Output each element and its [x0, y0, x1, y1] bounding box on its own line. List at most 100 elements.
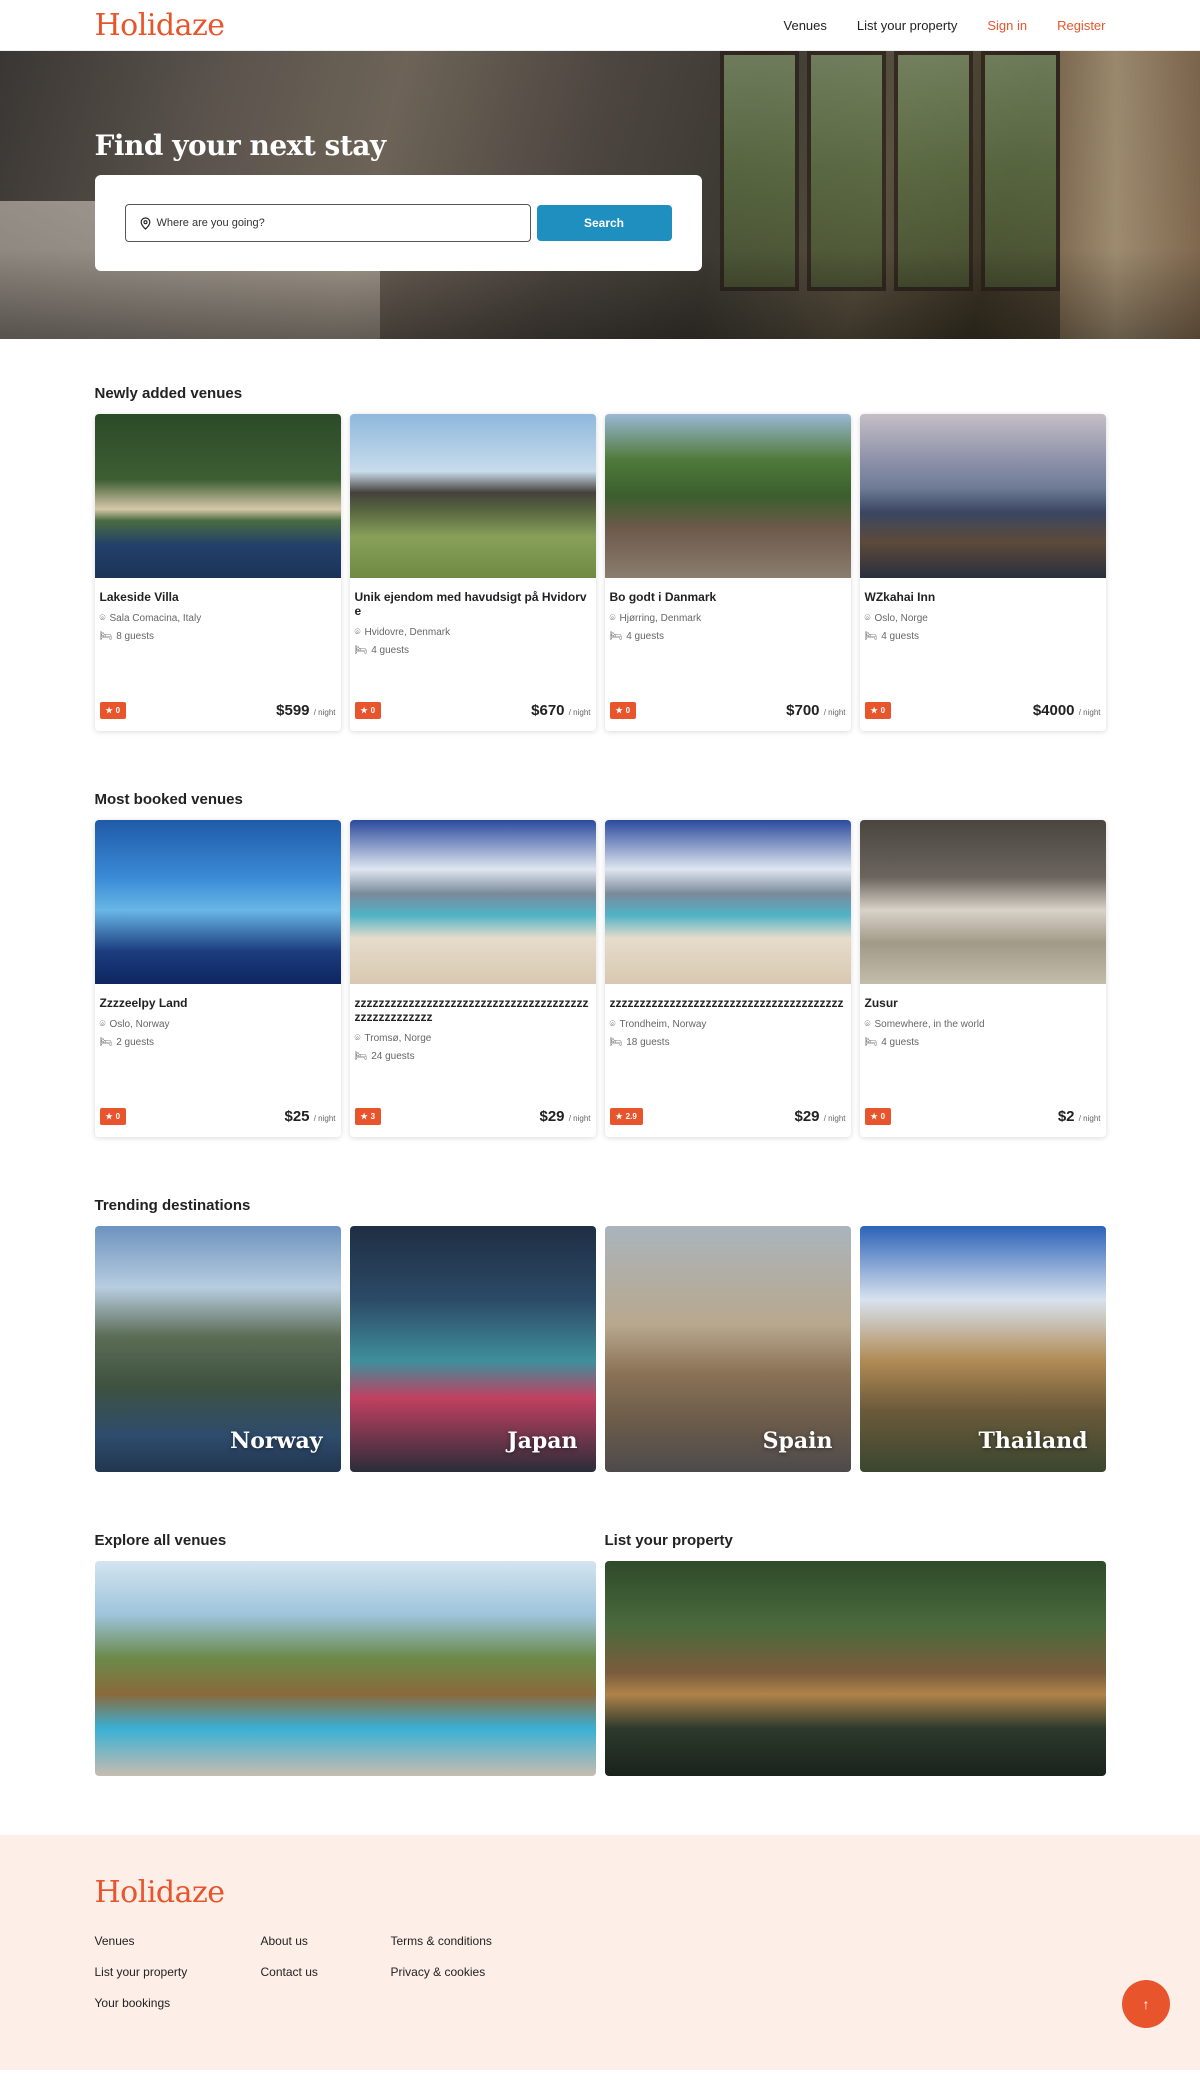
location-pin-icon: ⌾	[99, 1019, 106, 1030]
bed-icon: 🛏	[609, 631, 623, 642]
footer-column: About us Contact us	[261, 1934, 391, 2010]
nav-venues[interactable]: Venues	[784, 18, 827, 33]
venue-guests: 24 guests	[371, 1051, 415, 1062]
location-pin-icon: ⌾	[354, 627, 361, 638]
footer-link-privacy[interactable]: Privacy & cookies	[391, 1965, 492, 1979]
bed-icon: 🛏	[609, 1037, 623, 1048]
venue-image	[94, 414, 341, 578]
venue-location: Hjørring, Denmark	[619, 613, 702, 624]
venue-guests: 4 guests	[881, 1037, 920, 1048]
main-nav: Venues List your property Sign in Regist…	[784, 18, 1106, 33]
destination-card[interactable]: Spain	[604, 1226, 851, 1472]
search-box: Where are you going? Search	[94, 175, 702, 271]
venue-card[interactable]: Zusur ⌾ Somewhere, in the world 🛏 4 guests…	[859, 820, 1106, 1137]
venue-image	[349, 820, 596, 984]
venue-image	[859, 414, 1106, 578]
nav-list-property[interactable]: List your property	[857, 18, 957, 33]
venue-image	[859, 820, 1106, 984]
venue-title: Zusur	[864, 996, 898, 1010]
location-pin-icon: ⌾	[609, 613, 616, 624]
venue-card[interactable]: WZkahai Inn ⌾ Oslo, Norge 🛏 4 guests ★ 0 $4…	[859, 414, 1106, 731]
search-button[interactable]: Search	[536, 205, 672, 241]
star-icon: ★	[360, 706, 368, 715]
location-pin-icon: ⌾	[354, 1033, 361, 1044]
search-input[interactable]: Where are you going?	[124, 204, 531, 242]
venue-image	[604, 414, 851, 578]
venue-guests: 4 guests	[371, 645, 410, 656]
arrow-up-icon: ↑	[1142, 1996, 1150, 2012]
rating-badge: ★ 0	[864, 1108, 892, 1125]
list-property-image[interactable]	[604, 1561, 1106, 1776]
rating-badge: ★ 0	[99, 702, 127, 719]
venue-title: Unik ejendom med havudsigt på Hvidorve	[354, 590, 587, 618]
venue-location: Hvidovre, Denmark	[364, 627, 451, 638]
venue-card[interactable]: Lakeside Villa ⌾ Sala Comacina, Italy 🛏 8 …	[94, 414, 341, 731]
venue-image	[349, 414, 596, 578]
venue-card[interactable]: Bo godt i Danmark ⌾ Hjørring, Denmark 🛏 4 …	[604, 414, 851, 731]
rating-badge: ★ 0	[864, 702, 892, 719]
venue-guests: 8 guests	[116, 631, 155, 642]
site-footer: Holidaze Venues List your property Your …	[0, 1835, 1200, 2070]
venue-price: $2 / night	[1057, 1108, 1101, 1125]
destination-name: Norway	[230, 1428, 323, 1454]
bed-icon: 🛏	[99, 631, 113, 642]
location-pin-icon: ⌾	[864, 613, 871, 624]
scroll-to-top-button[interactable]: ↑	[1122, 1980, 1170, 2028]
footer-link-contact[interactable]: Contact us	[261, 1965, 391, 1979]
rating-badge: ★ 2.9	[609, 1108, 643, 1125]
venue-guests: 18 guests	[626, 1037, 670, 1048]
venue-location: Oslo, Norway	[109, 1019, 170, 1030]
explore-heading: Explore all venues	[94, 1532, 227, 1549]
rating-badge: ★ 0	[354, 702, 382, 719]
bed-icon: 🛏	[864, 1037, 878, 1048]
venue-location: Trondheim, Norway	[619, 1019, 707, 1030]
nav-sign-in[interactable]: Sign in	[987, 18, 1027, 33]
star-icon: ★	[615, 706, 623, 715]
site-header: Holidaze Venues List your property Sign …	[0, 0, 1200, 51]
footer-link-list-property[interactable]: List your property	[95, 1965, 261, 1979]
explore-image[interactable]	[94, 1561, 596, 1776]
rating-badge: ★ 0	[99, 1108, 127, 1125]
destination-name: Thailand	[978, 1428, 1088, 1454]
most-booked-section: Most booked venues Zzzzeelpy Land ⌾ Oslo,…	[94, 791, 1106, 1137]
explore-block: Explore all venues	[94, 1532, 596, 1776]
venue-guests: 4 guests	[626, 631, 665, 642]
footer-column: Terms & conditions Privacy & cookies	[391, 1934, 492, 2010]
venue-card[interactable]: Zzzzeelpy Land ⌾ Oslo, Norway 🛏 2 guests ★…	[94, 820, 341, 1137]
venue-price: $25 / night	[284, 1108, 336, 1125]
destination-card[interactable]: Japan	[349, 1226, 596, 1472]
logo[interactable]: Holidaze	[95, 8, 226, 43]
footer-link-terms[interactable]: Terms & conditions	[391, 1934, 492, 1948]
footer-logo[interactable]: Holidaze	[95, 1875, 1106, 1910]
destination-card[interactable]: Norway	[94, 1226, 341, 1472]
venue-title: WZkahai Inn	[864, 590, 936, 604]
venue-title: zzzzzzzzzzzzzzzzzzzzzzzzzzzzzzzzzzzzzzz	[609, 996, 844, 1010]
location-pin-icon: ⌾	[864, 1019, 871, 1030]
destination-card[interactable]: Thailand	[859, 1226, 1106, 1472]
venue-card[interactable]: zzzzzzzzzzzzzzzzzzzzzzzzzzzzzzzzzzzzzzz …	[604, 820, 851, 1137]
nav-register[interactable]: Register	[1057, 18, 1105, 33]
footer-link-venues[interactable]: Venues	[95, 1934, 261, 1948]
destination-name: Spain	[762, 1428, 833, 1454]
location-pin-icon: ⌾	[609, 1019, 616, 1030]
venue-price: $670 / night	[531, 702, 591, 719]
venue-title: Bo godt i Danmark	[609, 590, 717, 604]
venue-location: Sala Comacina, Italy	[109, 613, 202, 624]
venue-title: Lakeside Villa	[99, 590, 179, 604]
newly-added-section: Newly added venues Lakeside Villa ⌾ Sala …	[94, 385, 1106, 731]
star-icon: ★	[615, 1112, 623, 1121]
star-icon: ★	[360, 1112, 368, 1121]
star-icon: ★	[870, 1112, 878, 1121]
venue-guests: 2 guests	[116, 1037, 155, 1048]
venue-location: Oslo, Norge	[874, 613, 928, 624]
section-heading: Newly added venues	[94, 385, 243, 402]
star-icon: ★	[105, 706, 113, 715]
list-property-block: List your property	[604, 1532, 1106, 1776]
venue-card[interactable]: zzzzzzzzzzzzzzzzzzzzzzzzzzzzzzzzzzzzzzzz…	[349, 820, 596, 1137]
list-property-heading: List your property	[604, 1532, 733, 1549]
venue-card[interactable]: Unik ejendom med havudsigt på Hvidorve ⌾…	[349, 414, 596, 731]
footer-link-about[interactable]: About us	[261, 1934, 391, 1948]
star-icon: ★	[105, 1112, 113, 1121]
rating-badge: ★ 3	[354, 1108, 382, 1125]
footer-link-bookings[interactable]: Your bookings	[95, 1996, 261, 2010]
